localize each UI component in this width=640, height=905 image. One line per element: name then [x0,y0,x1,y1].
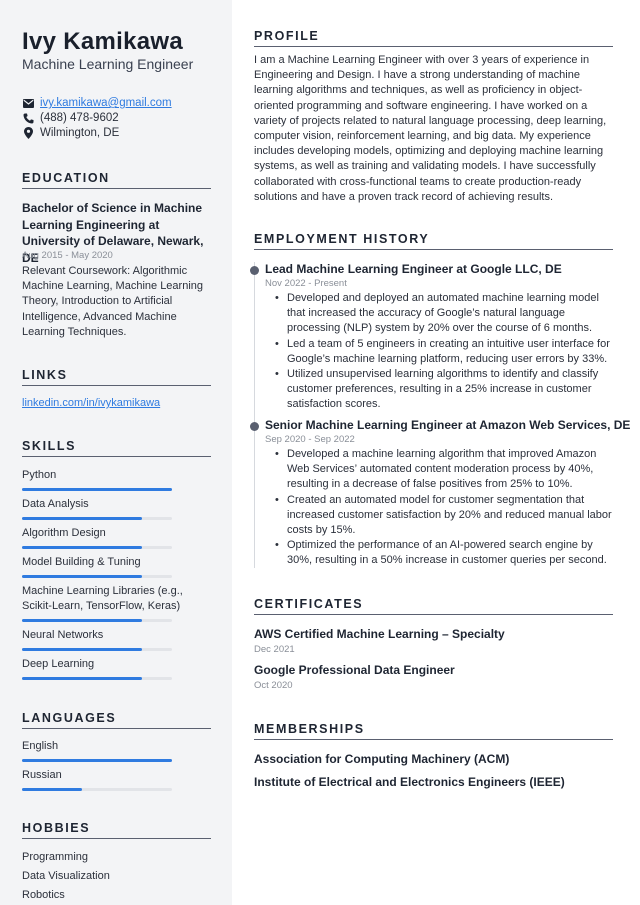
skill-item: Python [22,468,212,491]
candidate-name: Ivy Kamikawa [22,28,184,55]
job-bullet: Led a team of 5 engineers in creating an… [275,337,617,367]
level-bar-fill [22,546,142,549]
certificate-title: Google Professional Data Engineer [254,663,455,677]
job-bullets: Developed a machine learning algorithm t… [275,447,617,569]
job-bullet: Developed a machine learning algorithm t… [275,447,617,493]
level-bar-fill [22,575,142,578]
map-pin-icon [22,127,34,139]
certificate-date: Oct 2020 [254,680,293,691]
memberships-heading: MEMBERSHIPS [254,722,613,740]
timeline-line [254,262,255,568]
job-date: Nov 2022 - Present [265,278,347,289]
links-heading: LINKS [22,368,211,386]
job-title: Senior Machine Learning Engineer at Amaz… [265,418,631,432]
item-label: Neural Networks [22,629,104,641]
item-label: Python [22,469,57,481]
item-label: Model Building & Tuning [22,556,141,568]
profile-text: I am a Machine Learning Engineer with ov… [254,54,607,203]
location-text: Wilmington, DE [40,127,120,139]
item-label: Russian [22,769,62,781]
level-bar-fill [22,648,142,651]
level-bar-fill [22,517,142,520]
contact-email: ivy.kamikawa@gmail.com [22,97,222,109]
profile-heading: PROFILE [254,29,613,47]
certificate-date: Dec 2021 [254,644,295,655]
level-bar-fill [22,619,142,622]
hobby-item: Programming [22,851,89,863]
contact-phone: (488) 478-9602 [22,112,222,124]
level-bar-track [22,788,172,791]
hobby-item: Data Visualization [22,870,110,882]
envelope-icon [22,97,34,109]
timeline-dot [250,422,259,431]
level-bar-fill [22,788,82,791]
certificates-heading: CERTIFICATES [254,597,613,615]
level-bar-fill [22,677,142,680]
job-bullet: Optimized the performance of an AI-power… [275,538,617,568]
skill-item: Machine Learning Libraries (e.g., Scikit… [22,584,212,622]
hobby-item: Robotics [22,889,65,901]
certificate-title: AWS Certified Machine Learning – Special… [254,627,505,641]
level-bar-track [22,677,172,680]
email-link[interactable]: ivy.kamikawa@gmail.com [40,97,172,109]
item-label: Algorithm Design [22,527,106,539]
level-bar-track [22,546,172,549]
skills-heading: SKILLS [22,439,211,457]
language-item: Russian [22,768,212,791]
skill-item: Deep Learning [22,657,212,680]
contact-location: Wilmington, DE [22,127,222,139]
item-label: English [22,740,59,752]
job-date: Sep 2020 - Sep 2022 [265,434,355,445]
skill-item: Model Building & Tuning [22,555,212,578]
level-bar-fill [22,488,172,491]
item-label: Data Analysis [22,498,89,510]
linkedin-link[interactable]: linkedin.com/in/ivykamikawa [22,397,160,409]
level-bar-track [22,488,172,491]
job-bullet: Created an automated model for customer … [275,493,617,539]
job-bullet: Utilized unsupervised learning algorithm… [275,367,617,413]
candidate-title: Machine Learning Engineer [22,56,194,72]
phone-icon [22,112,34,124]
level-bar-track [22,648,172,651]
membership-item: Institute of Electrical and Electronics … [254,775,565,789]
skill-item: Neural Networks [22,628,212,651]
job-title: Lead Machine Learning Engineer at Google… [265,262,562,276]
timeline-dot [250,266,259,275]
main-content: PROFILE I am a Machine Learning Engineer… [232,0,640,905]
skill-item: Data Analysis [22,497,212,520]
employment-heading: EMPLOYMENT HISTORY [254,232,613,250]
level-bar-track [22,575,172,578]
hobbies-heading: HOBBIES [22,821,211,839]
level-bar-track [22,517,172,520]
job-bullets: Developed and deployed an automated mach… [275,291,617,413]
language-item: English [22,739,212,762]
job-bullet: Developed and deployed an automated mach… [275,291,617,337]
skill-item: Algorithm Design [22,526,212,549]
item-label: Deep Learning [22,658,95,670]
level-bar-fill [22,759,172,762]
membership-item: Association for Computing Machinery (ACM… [254,752,510,766]
level-bar-track [22,759,172,762]
sidebar: Ivy Kamikawa Machine Learning Engineer i… [0,0,232,905]
item-label: Machine Learning Libraries (e.g., Scikit… [22,585,183,612]
phone-number: (488) 478-9602 [40,112,119,124]
education-description: Relevant Coursework: Algorithmic Machine… [22,265,204,338]
education-date: Aug 2015 - May 2020 [22,250,113,261]
education-heading: EDUCATION [22,171,211,189]
languages-heading: LANGUAGES [22,711,211,729]
level-bar-track [22,619,172,622]
